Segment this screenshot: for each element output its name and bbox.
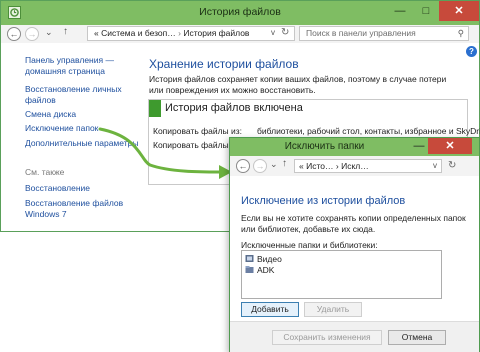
dialog-breadcrumb-separator-icon[interactable]: ›: [336, 161, 339, 171]
exclude-folders-dialog: Исключить папки — ✕ ← → ⌄ ↑ « Исто… › Ис…: [229, 137, 480, 352]
excluded-list-label: Исключенные папки и библиотеки:: [241, 240, 378, 250]
search-icon[interactable]: ⚲: [458, 27, 464, 40]
dialog-breadcrumb-history[interactable]: Исто…: [306, 161, 333, 171]
video-library-icon: [245, 255, 254, 262]
dialog-up-arrow-icon[interactable]: ↑: [282, 158, 287, 169]
status-title: История файлов включена: [165, 102, 303, 114]
dialog-description: Если вы не хотите сохранять копии опреде…: [241, 213, 466, 234]
sidebar-link-exclude-folders[interactable]: Исключение папок: [25, 123, 98, 134]
back-arrow-icon[interactable]: ←: [7, 27, 21, 41]
breadcrumb-file-history[interactable]: История файлов: [183, 28, 249, 38]
dialog-address-overflow-icon[interactable]: «: [299, 161, 304, 171]
dialog-forward-arrow-icon[interactable]: →: [253, 159, 267, 173]
status-header: История файлов включена: [149, 100, 467, 117]
address-overflow-icon[interactable]: «: [94, 28, 99, 38]
sidebar-link-restore-files[interactable]: Восстановление личных файлов: [25, 84, 122, 106]
sidebar-link-change-drive[interactable]: Смена диска: [25, 109, 76, 120]
breadcrumb-system-security[interactable]: Система и безоп…: [101, 28, 176, 38]
breadcrumb-separator-icon[interactable]: ›: [178, 28, 181, 38]
dialog-recent-dropdown-icon[interactable]: ⌄: [270, 159, 278, 170]
dialog-title-bar[interactable]: Исключить папки — ✕: [230, 138, 479, 156]
folder-icon: [245, 266, 254, 273]
page-description: История файлов сохраняет копии ваших фай…: [149, 74, 447, 95]
save-changes-button[interactable]: Сохранить изменения: [272, 330, 382, 345]
excluded-folders-list[interactable]: Видео ADK: [241, 250, 442, 299]
recent-dropdown-icon[interactable]: ⌄: [45, 27, 53, 38]
forward-arrow-icon[interactable]: →: [25, 27, 39, 41]
sidebar-link-windows7-restore[interactable]: Восстановление файлов Windows 7: [25, 198, 123, 220]
copy-from-value: библиотеки, рабочий стол, контакты, избр…: [257, 126, 480, 136]
list-item-label: Видео: [257, 254, 282, 264]
minimize-button[interactable]: —: [387, 1, 413, 21]
address-bar[interactable]: « Система и безоп… › История файлов: [87, 26, 295, 41]
dialog-navigation-bar: ← → ⌄ ↑ « Исто… › Искл… v ↻: [230, 156, 479, 176]
see-also-header: См. также: [25, 167, 65, 177]
title-bar[interactable]: История файлов — □ ✕: [1, 1, 479, 25]
up-arrow-icon[interactable]: ↑: [63, 26, 68, 37]
remove-button[interactable]: Удалить: [304, 302, 362, 317]
help-icon[interactable]: ?: [466, 46, 477, 57]
copy-from-label: Копировать файлы из:: [153, 126, 243, 136]
add-button[interactable]: Добавить: [241, 302, 299, 317]
close-button[interactable]: ✕: [439, 1, 479, 21]
sidebar-link-recovery[interactable]: Восстановление: [25, 183, 90, 194]
cancel-button[interactable]: Отмена: [388, 330, 446, 345]
refresh-icon[interactable]: ↻: [281, 27, 289, 38]
dialog-minimize-button[interactable]: —: [408, 138, 430, 154]
dialog-address-dropdown-icon[interactable]: v: [433, 160, 437, 172]
dialog-breadcrumb-exclude[interactable]: Искл…: [341, 161, 369, 171]
list-item[interactable]: ADK: [245, 265, 274, 275]
dialog-refresh-icon[interactable]: ↻: [448, 160, 456, 171]
dialog-back-arrow-icon[interactable]: ←: [236, 159, 250, 173]
dialog-address-bar[interactable]: « Исто… › Искл… v: [294, 159, 442, 173]
maximize-button[interactable]: □: [413, 1, 439, 21]
navigation-bar: ← → ⌄ ↑ « Система и безоп… › История фай…: [1, 25, 479, 43]
list-item-label: ADK: [257, 265, 275, 275]
dialog-heading: Исключение из истории файлов: [241, 195, 406, 207]
dialog-title: Исключить папки: [284, 141, 365, 152]
address-dropdown-icon[interactable]: v: [271, 28, 275, 37]
status-green-indicator: [149, 100, 161, 117]
list-item[interactable]: Видео: [245, 254, 282, 264]
sidebar-link-advanced-settings[interactable]: Дополнительные параметры: [25, 138, 138, 149]
dialog-footer: Сохранить изменения Отмена: [230, 321, 479, 352]
sidebar-link-control-panel-home[interactable]: Панель управления — домашняя страница: [25, 55, 114, 77]
copy-to-label: Копировать файлы в:: [153, 140, 238, 150]
dialog-close-button[interactable]: ✕: [428, 138, 472, 154]
search-input[interactable]: Поиск в панели управления ⚲: [299, 26, 469, 41]
page-title: Хранение истории файлов: [149, 57, 299, 71]
